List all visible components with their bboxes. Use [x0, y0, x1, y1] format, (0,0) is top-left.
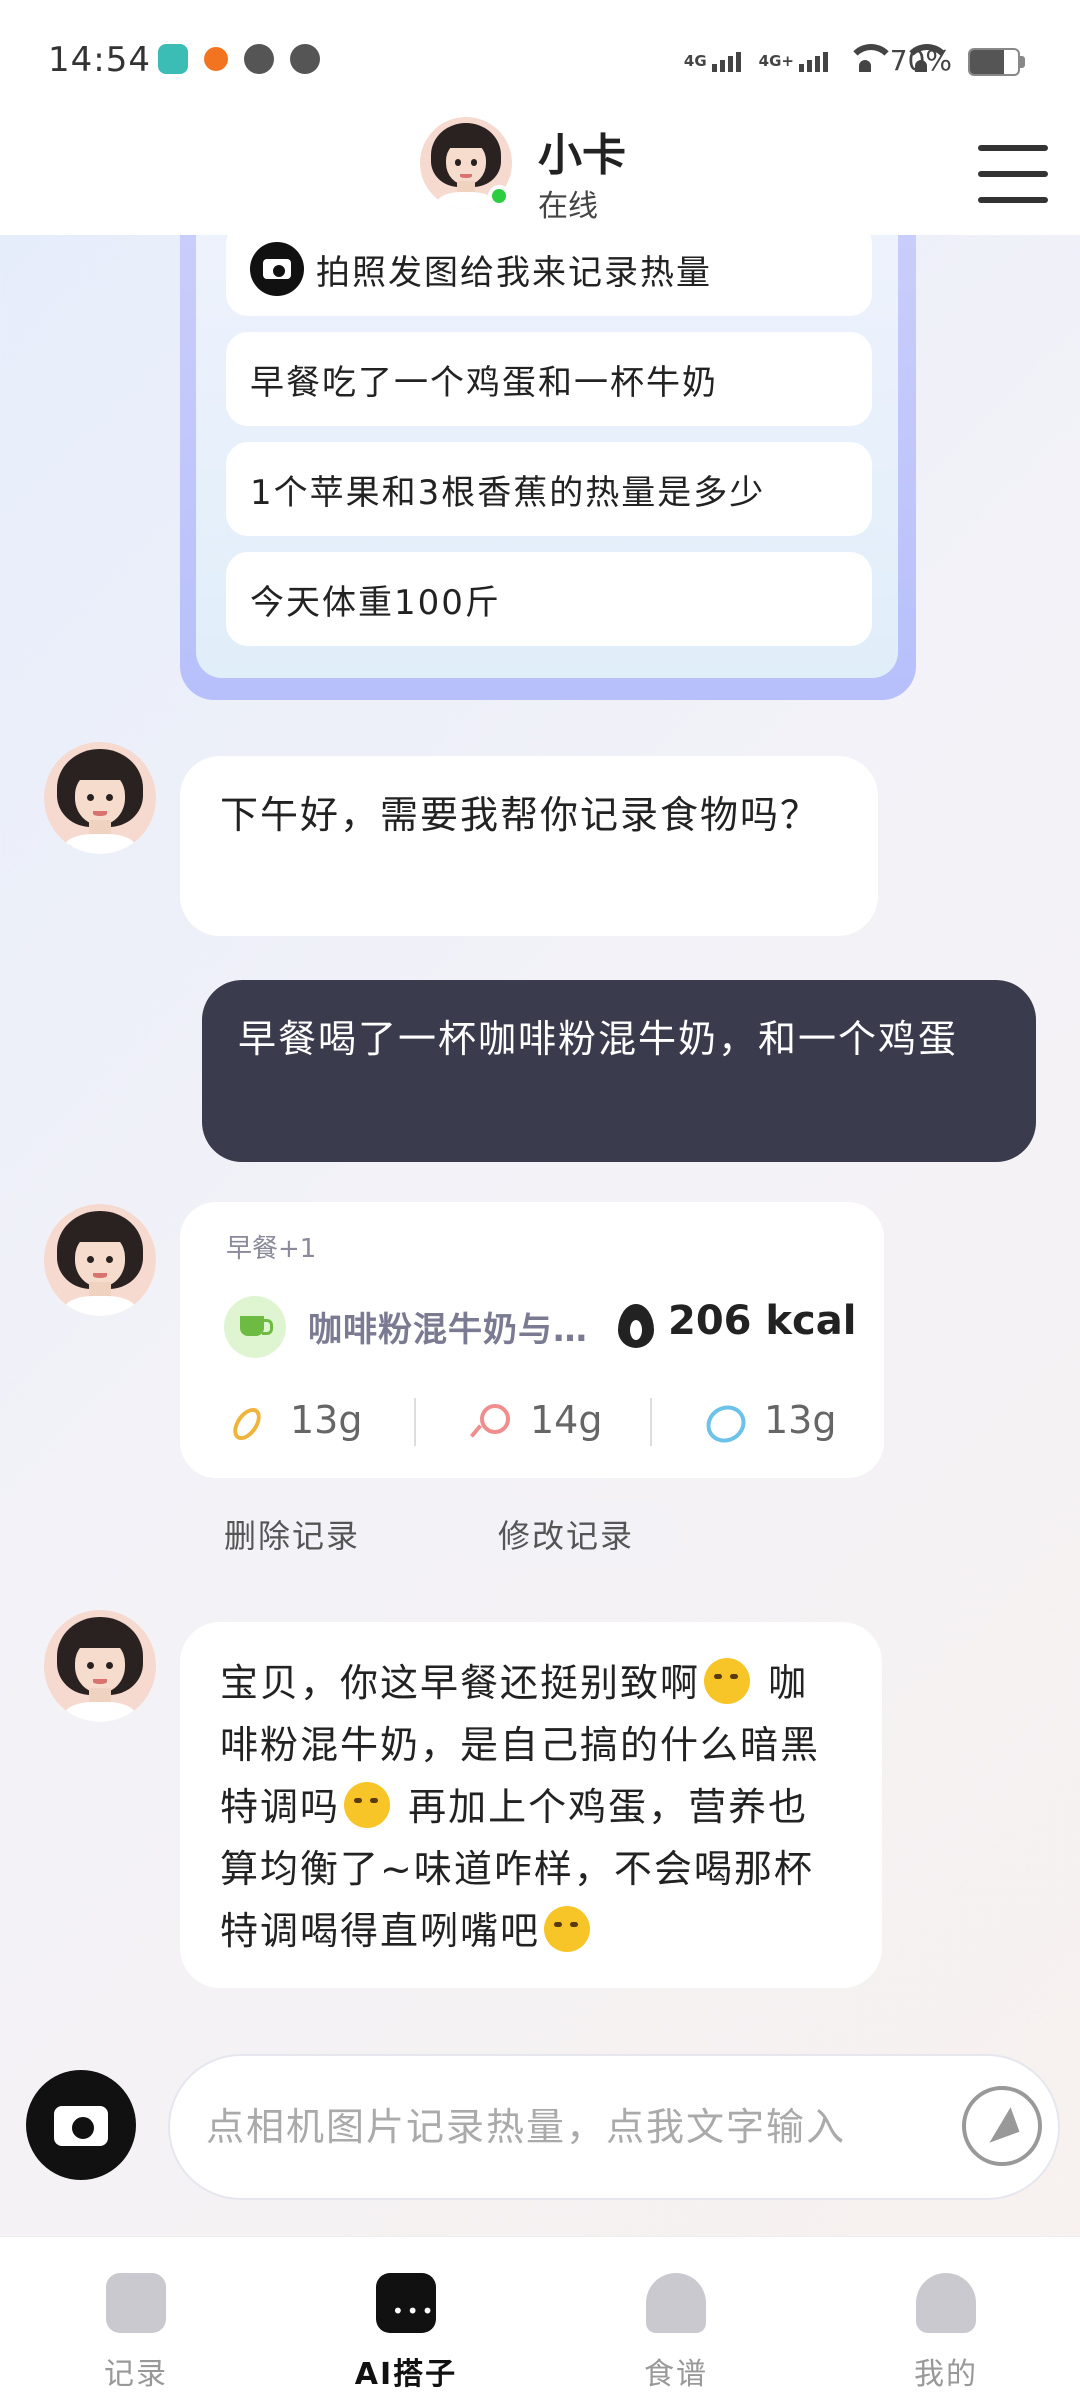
status-time: 14:54: [48, 40, 151, 80]
flame-icon: [618, 1304, 654, 1348]
chat-dots-icon: •••: [392, 2299, 437, 2323]
tongue-emoji-icon: [544, 1906, 591, 1952]
suggestion-item[interactable]: 早餐吃了一个鸡蛋和一杯牛奶: [226, 332, 872, 426]
contact-name: 小卡: [538, 130, 626, 181]
signal-icon: 4G+: [759, 52, 828, 72]
contact-status: 在线: [538, 189, 598, 224]
nav-label: AI搭子: [354, 2357, 458, 2392]
meal-kcal: 206 kcal: [668, 1298, 857, 1344]
notification-icons: [158, 44, 320, 74]
nav-item-record[interactable]: 记录: [26, 2237, 246, 2408]
menu-button[interactable]: [978, 145, 1048, 203]
protein-value: 14g: [530, 1398, 603, 1442]
chat-header: 小卡 在线: [0, 105, 1080, 235]
bot-avatar[interactable]: [44, 742, 156, 854]
suggestion-label: 1个苹果和3根香蕉的热量是多少: [250, 472, 766, 513]
camera-icon: [250, 242, 304, 296]
nav-label: 记录: [104, 2357, 168, 2392]
signal-label: 4G+: [758, 52, 794, 70]
meal-name: 咖啡粉混牛奶与…: [308, 1310, 588, 1350]
user-icon: [916, 2273, 976, 2333]
nav-label: 我的: [914, 2357, 978, 2392]
signal-label: 4G: [683, 52, 707, 70]
meal-record-card[interactable]: 早餐+1 咖啡粉混牛奶与… 206 kcal 13g 14g 13g: [180, 1202, 884, 1478]
wheat-icon: [230, 1402, 266, 1438]
send-button[interactable]: [962, 2086, 1042, 2166]
message-text: 宝贝，你这早餐还挺别致啊: [220, 1661, 701, 1705]
signal-icon: 4G: [684, 52, 741, 72]
suggestion-label: 早餐吃了一个鸡蛋和一杯牛奶: [250, 362, 718, 403]
drumstick-icon: [470, 1402, 510, 1438]
carbs-value: 13g: [290, 1398, 363, 1442]
macro-divider: [414, 1398, 416, 1446]
bot-avatar[interactable]: [44, 1204, 156, 1316]
edit-record-button[interactable]: 修改记录: [454, 1500, 678, 1568]
wechat-notification-icon: [290, 44, 320, 74]
calendar-check-icon: [106, 2273, 166, 2333]
battery-icon: [968, 48, 1020, 76]
suggestion-item[interactable]: 今天体重100斤: [226, 552, 872, 646]
protein-macro: 14g: [470, 1398, 602, 1442]
suggestion-label: 今天体重100斤: [250, 582, 501, 623]
macro-divider: [650, 1398, 652, 1446]
user-message: 早餐喝了一杯咖啡粉混牛奶，和一个鸡蛋: [202, 980, 1036, 1162]
smirk-emoji-icon: [704, 1658, 751, 1704]
suggestion-item[interactable]: 1个苹果和3根香蕉的热量是多少: [226, 442, 872, 536]
fat-value: 13g: [764, 1398, 837, 1442]
laughing-emoji-icon: [344, 1782, 391, 1828]
message-input[interactable]: [168, 2054, 1060, 2200]
nav-label: 食谱: [644, 2357, 708, 2392]
battery-percent: 70%: [889, 44, 952, 77]
camera-button[interactable]: [26, 2070, 136, 2180]
bot-message: 宝贝，你这早餐还挺别致啊 咖啡粉混牛奶，是自己搞的什么暗黑特调吗 再加上个鸡蛋，…: [180, 1622, 882, 1988]
nav-item-recipes[interactable]: 食谱: [566, 2237, 786, 2408]
fat-drop-icon: [704, 1402, 740, 1438]
suggestion-photo[interactable]: 拍照发图给我来记录热量: [226, 222, 872, 316]
carbs-macro: 13g: [230, 1398, 362, 1442]
app-notification-icon: [204, 47, 228, 71]
bot-message: 下午好，需要我帮你记录食物吗？: [180, 756, 878, 936]
cup-icon: [224, 1296, 286, 1358]
nav-item-mine[interactable]: 我的: [836, 2237, 1056, 2408]
app-notification-icon: [158, 44, 188, 74]
message-notification-icon: [244, 44, 274, 74]
nav-item-ai-buddy[interactable]: ••• AI搭子: [296, 2237, 516, 2408]
suggestion-label: 拍照发图给我来记录热量: [316, 252, 712, 293]
meal-tag: 早餐+1: [226, 1234, 317, 1264]
bottom-nav: 记录 ••• AI搭子 食谱 我的: [0, 2236, 1080, 2408]
wifi-icon: [846, 44, 896, 72]
battery-tip: [1020, 56, 1025, 68]
message-text: 早餐喝了一杯咖啡粉混牛奶，和一个鸡蛋: [238, 1017, 959, 1061]
fat-macro: 13g: [704, 1398, 836, 1442]
status-bar: 14:54 4G 4G+ 70%: [0, 0, 1080, 105]
online-status-dot: [488, 185, 510, 207]
input-bar: [0, 2040, 1080, 2240]
message-text: 下午好，需要我帮你记录食物吗？: [220, 793, 821, 837]
delete-record-button[interactable]: 删除记录: [180, 1500, 404, 1568]
chef-hat-icon: [646, 2273, 706, 2333]
bot-avatar[interactable]: [44, 1610, 156, 1722]
